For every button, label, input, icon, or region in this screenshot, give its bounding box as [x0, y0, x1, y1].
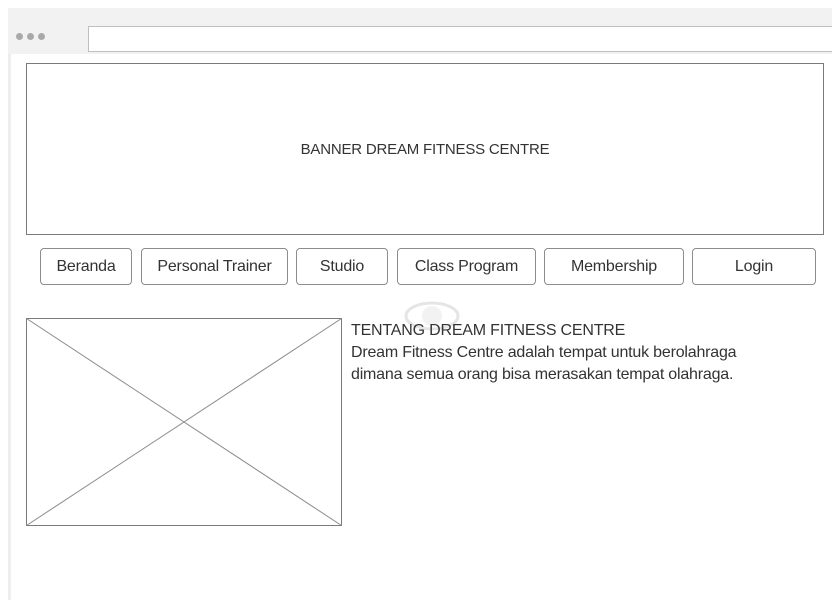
- banner: BANNER DREAM FITNESS CENTRE: [26, 63, 824, 235]
- about-title: TENTANG DREAM FITNESS CENTRE: [351, 322, 626, 339]
- nav-button-class-program[interactable]: Class Program: [397, 248, 536, 285]
- about-description-line: Dream Fitness Centre adalah tempat untuk…: [351, 344, 737, 361]
- window-dot-icon: [16, 33, 23, 40]
- wireframe-page: BANNER DREAM FITNESS CENTRE Beranda Pers…: [0, 0, 832, 600]
- nav-button-beranda[interactable]: Beranda: [40, 248, 132, 285]
- window-controls: [16, 33, 45, 40]
- nav-button-studio[interactable]: Studio: [296, 248, 388, 285]
- nav-button-membership[interactable]: Membership: [544, 248, 684, 285]
- window-dot-icon: [27, 33, 34, 40]
- main-nav: Beranda Personal Trainer Studio Class Pr…: [0, 248, 832, 286]
- nav-button-personal-trainer[interactable]: Personal Trainer: [141, 248, 288, 285]
- nav-button-login[interactable]: Login: [692, 248, 816, 285]
- about-section: TENTANG DREAM FITNESS CENTRE Dream Fitne…: [351, 320, 821, 386]
- browser-chrome: [8, 8, 832, 54]
- image-placeholder: [26, 318, 342, 526]
- banner-text: BANNER DREAM FITNESS CENTRE: [300, 140, 550, 158]
- window-dot-icon: [38, 33, 45, 40]
- about-description-line: dimana semua orang bisa merasakan tempat…: [351, 366, 734, 383]
- page-scroll-edge: [8, 54, 11, 600]
- address-bar[interactable]: [88, 26, 832, 52]
